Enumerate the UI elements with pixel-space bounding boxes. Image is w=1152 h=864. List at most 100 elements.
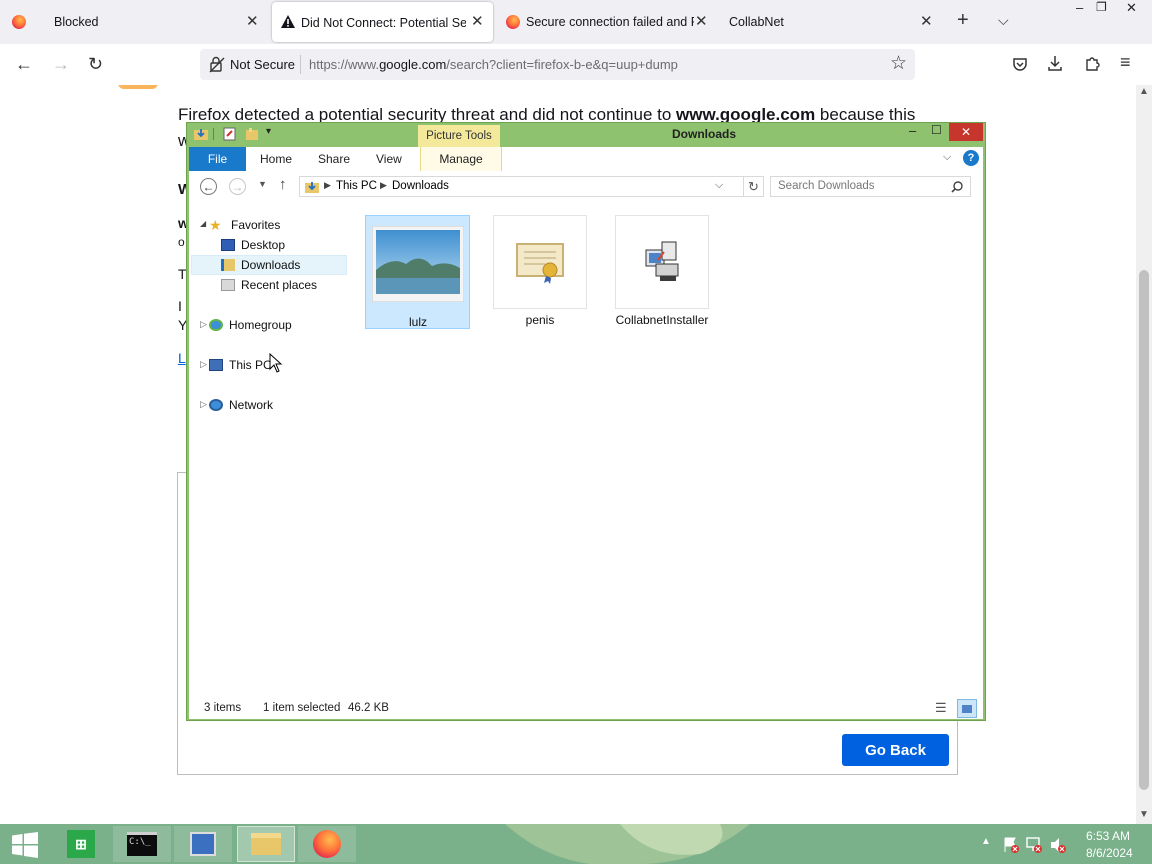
file-item[interactable]: lulz [370,217,466,329]
url-text[interactable]: https://www.google.com/search?client=fir… [309,57,678,72]
file-explorer-window[interactable]: ▾ Picture Tools Downloads – ☐ ✕ File Hom… [186,122,986,721]
volume-muted-icon[interactable] [1049,836,1067,854]
firefox-icon [506,15,520,29]
tab-secure-connection-failed[interactable]: Secure connection failed and Firefo ✕ [495,0,717,44]
tab-title: CollabNet [729,15,784,29]
scroll-up-arrow-icon[interactable]: ▲ [1139,86,1149,97]
nav-homegroup[interactable]: Homegroup [209,315,292,335]
minimize-icon[interactable]: – [1076,0,1083,15]
new-folder-icon[interactable] [245,127,259,141]
search-icon[interactable] [951,181,963,193]
command-prompt-icon[interactable]: C:\_ [113,826,171,862]
nav-recent-places[interactable]: Recent places [221,275,317,295]
forward-arrow-icon[interactable]: → [52,53,70,75]
tab-manage[interactable]: Manage [420,147,502,171]
recent-locations-chevron-icon[interactable]: ▼ [258,179,267,189]
tab-collabnet[interactable]: CollabNet ✕ [717,0,943,44]
nav-downloads[interactable]: Downloads [221,255,300,275]
breadcrumb-this-pc[interactable]: This PC [336,180,377,192]
go-back-button[interactable]: Go Back [842,734,949,766]
reload-icon[interactable]: ↻ [88,53,103,75]
star-icon: ★ [209,217,222,233]
nav-desktop[interactable]: Desktop [221,235,285,255]
page-scrollbar[interactable]: ▲ ▼ [1136,85,1152,824]
url-path: /search?client=firefox-b-e&q=uup+dump [446,57,678,72]
close-icon[interactable]: ✕ [471,12,484,30]
file-item[interactable]: penis [492,215,588,327]
taskbar [0,824,1152,864]
address-dropdown-chevron-icon[interactable]: ⌵ [715,179,723,192]
scroll-down-arrow-icon[interactable]: ▼ [1139,809,1149,820]
breadcrumb-separator-icon: ▶ [324,180,331,190]
details-view-icon[interactable]: ☰ [935,700,947,716]
expand-ribbon-chevron-icon[interactable]: ⌵ [943,151,951,164]
navigation-pane: ◢ ★ Favorites Desktop Downloads Recent pl… [189,203,354,699]
properties-icon[interactable] [223,127,236,141]
firefox-icon [12,15,26,29]
tab-file[interactable]: File [189,147,246,171]
close-icon[interactable]: ✕ [246,12,259,30]
back-arrow-icon[interactable]: ← [15,53,33,75]
collapsed-arrow-icon[interactable]: ▷ [200,319,207,330]
breadcrumb-downloads[interactable]: Downloads [392,180,449,192]
nav-this-pc[interactable]: This PC [209,355,272,375]
tab-home[interactable]: Home [260,147,292,171]
hamburger-menu-icon[interactable]: ≡ [1120,52,1131,73]
address-bar[interactable]: ▶ This PC ▶ Downloads ⌵ [299,176,744,197]
new-tab-plus-icon[interactable]: + [957,9,969,32]
url-prefix: https://www. [309,57,380,72]
file-item[interactable]: CollabnetInstaller [614,215,710,327]
tab-blocked[interactable]: Blocked ✕ [0,0,270,44]
customize-toolbar-icon[interactable]: ▾ [266,126,271,137]
help-icon[interactable]: ? [963,150,979,166]
nav-favorites[interactable]: ★ Favorites [209,215,280,235]
control-panel-icon[interactable] [174,826,232,862]
list-all-tabs-chevron-icon[interactable]: ⌵ [998,12,1009,29]
close-icon[interactable]: ✕ [695,12,708,30]
collapsed-arrow-icon[interactable]: ▷ [200,359,207,370]
divider [213,128,214,140]
explorer-title-bar[interactable]: ▾ Picture Tools Downloads – ☐ ✕ [187,123,985,147]
refresh-icon[interactable]: ↻ [744,176,764,197]
action-center-flag-icon[interactable] [1002,836,1020,854]
search-box[interactable]: Search Downloads [770,176,971,197]
nav-label: Recent places [241,278,318,292]
up-arrow-icon[interactable]: ↑ [279,176,287,193]
show-hidden-icons-chevron-icon[interactable]: ▲ [981,836,991,847]
learn-more-link[interactable]: L [178,350,186,366]
forward-arrow-icon[interactable]: → [229,178,246,195]
close-window-icon[interactable]: ✕ [1126,0,1137,16]
pocket-icon[interactable] [1012,56,1028,72]
extensions-puzzle-icon[interactable] [1084,55,1101,72]
close-icon[interactable]: ✕ [920,12,933,30]
network-status-icon[interactable] [1025,836,1043,854]
windows-start-icon[interactable] [12,832,38,858]
downloads-folder-icon [305,182,319,193]
installer-icon [615,215,709,309]
scrollbar-thumb[interactable] [1139,270,1149,790]
clock-time[interactable]: 6:53 AM [1086,829,1130,843]
store-icon[interactable]: ⊞ [52,826,110,862]
tab-share[interactable]: Share [318,147,350,171]
nav-network[interactable]: Network [209,395,273,415]
collapsed-arrow-icon[interactable]: ▷ [200,399,207,410]
url-host: google.com [379,57,447,72]
url-bar[interactable]: Not Secure https://www.google.com/search… [200,49,915,80]
clock-date[interactable]: 8/6/2024 [1086,846,1133,860]
minimize-icon[interactable]: – [909,123,916,138]
back-arrow-icon[interactable]: ← [200,178,217,195]
file-explorer-icon[interactable] [237,826,295,862]
close-window-button[interactable]: ✕ [949,123,983,141]
restore-icon[interactable]: ❐ [1096,0,1107,14]
not-secure-label[interactable]: Not Secure [230,57,295,72]
downloads-icon[interactable] [1047,55,1063,72]
expanded-arrow-icon[interactable]: ◢ [200,219,206,228]
file-name: CollabnetInstaller [615,313,709,327]
bookmark-star-icon[interactable]: ☆ [890,52,907,75]
tab-did-not-connect[interactable]: Did Not Connect: Potential Securit ✕ [272,2,493,42]
firefox-icon[interactable] [298,826,356,862]
maximize-icon[interactable]: ☐ [931,123,942,137]
tab-view[interactable]: View [376,147,402,171]
landscape-image-icon [371,217,465,311]
large-icons-view-icon[interactable] [957,699,977,718]
